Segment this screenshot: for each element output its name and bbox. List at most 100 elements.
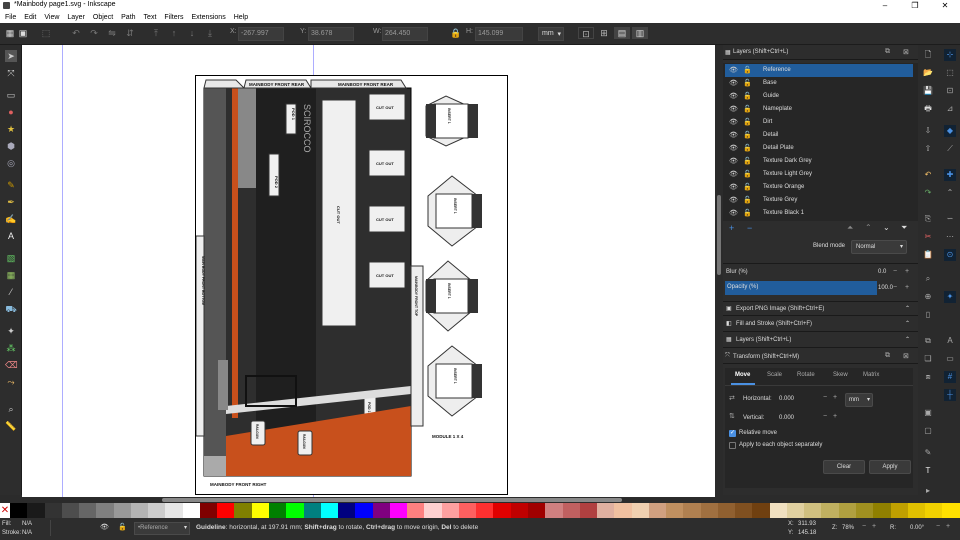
menu-object[interactable]: Object xyxy=(93,14,113,21)
palette-swatch[interactable] xyxy=(10,503,28,518)
canvas[interactable]: MAINBODY FRONT REAR MAINBODY FRONT REAR … xyxy=(22,45,715,497)
layer-row-guide[interactable]: 👁 🔓 Guide xyxy=(725,90,913,103)
chevron-up-icon[interactable]: ⌃ xyxy=(905,320,910,327)
new-document-icon[interactable]: 🗋 xyxy=(922,49,934,61)
no-paint-swatch[interactable]: ✕ xyxy=(0,503,10,518)
zoom-page-icon[interactable]: ▯ xyxy=(922,309,934,321)
snap-paths-icon[interactable]: ⟋ xyxy=(944,143,956,155)
unit-select[interactable]: mm ▾ xyxy=(845,393,873,407)
add-layer-icon[interactable]: + xyxy=(729,223,734,233)
menu-filters[interactable]: Filters xyxy=(164,14,183,21)
mesh-tool-icon[interactable]: ▦ xyxy=(5,269,17,281)
palette-swatch[interactable] xyxy=(666,503,684,518)
palette-swatch[interactable] xyxy=(648,503,667,518)
palette-swatch[interactable] xyxy=(717,503,736,518)
lock-icon[interactable]: 🔒 xyxy=(450,27,462,39)
zoom-decrement-icon[interactable]: − xyxy=(862,523,866,530)
current-layer-select[interactable]: •Reference ▾ xyxy=(134,522,190,535)
tab-move[interactable]: Move xyxy=(735,372,750,378)
visibility-icon[interactable]: 👁 xyxy=(729,66,738,74)
fill-stroke-panel-header[interactable]: ◧ Fill and Stroke (Shift+Ctrl+F) ⌃ xyxy=(723,317,918,332)
lock-icon[interactable]: 🔓 xyxy=(743,118,752,126)
palette-swatch[interactable] xyxy=(873,503,891,518)
palette-swatch[interactable] xyxy=(355,503,373,518)
layer-row-detail[interactable]: 👁 🔓 Detail xyxy=(725,129,913,142)
palette-swatch[interactable] xyxy=(752,503,770,518)
snap-nodes-icon[interactable]: ◆ xyxy=(944,125,956,137)
close-icon[interactable]: ✕ xyxy=(930,0,960,11)
palette-swatch[interactable] xyxy=(389,503,408,518)
blur-increment-icon[interactable]: + xyxy=(905,268,909,275)
palette-swatch[interactable] xyxy=(372,503,390,518)
redo-icon[interactable]: ↷ xyxy=(922,187,934,199)
lock-icon[interactable]: 🔓 xyxy=(743,92,752,100)
vertical-decrement-icon[interactable]: − xyxy=(823,413,827,420)
guide-vertical[interactable] xyxy=(62,45,63,497)
print-icon[interactable]: 🖶 xyxy=(922,103,934,115)
selector-tool-icon[interactable]: ➤ xyxy=(5,50,17,62)
visibility-icon[interactable]: 👁 xyxy=(729,209,738,217)
relative-move-checkbox[interactable]: ✓ xyxy=(729,430,736,437)
x-field[interactable]: -267.997 xyxy=(238,27,284,41)
zoom-tool-icon[interactable]: ⌕ xyxy=(5,403,17,415)
palette-swatch[interactable] xyxy=(182,503,200,518)
3d-box-tool-icon[interactable]: ⬢ xyxy=(5,140,17,152)
palette-swatch[interactable] xyxy=(510,503,528,518)
duplicate-icon[interactable]: ⧉ xyxy=(922,335,934,347)
snap-center-icon[interactable]: ⊙ xyxy=(944,249,956,261)
palette-swatch[interactable] xyxy=(79,503,97,518)
tab-scale[interactable]: Scale xyxy=(767,372,782,378)
menu-file[interactable]: File xyxy=(5,14,16,21)
tab-rotate[interactable]: Rotate xyxy=(797,372,815,378)
palette-swatch[interactable] xyxy=(925,503,943,518)
palette-swatch[interactable] xyxy=(251,503,269,518)
connector-tool-icon[interactable]: ⤳ xyxy=(5,376,17,388)
zoom-increment-icon[interactable]: + xyxy=(872,523,876,530)
menu-help[interactable]: Help xyxy=(234,14,248,21)
palette-swatch[interactable] xyxy=(821,503,839,518)
tab-skew[interactable]: Skew xyxy=(833,372,848,378)
palette-swatch[interactable] xyxy=(700,503,718,518)
measure-tool-icon[interactable]: 📏 xyxy=(5,420,17,432)
star-tool-icon[interactable]: ★ xyxy=(5,123,17,135)
palette-swatch[interactable] xyxy=(614,503,632,518)
paint-bucket-tool-icon[interactable]: ⛟ xyxy=(5,303,17,315)
palette-swatch[interactable] xyxy=(27,503,45,518)
layer-row-texture-black-1[interactable]: 👁 🔓 Texture Black 1 xyxy=(725,207,913,220)
unlink-clone-icon[interactable]: ⧈ xyxy=(922,371,934,383)
chevron-up-icon[interactable]: ⌃ xyxy=(905,305,910,312)
lower-to-bottom-icon[interactable]: ⤓ xyxy=(204,27,216,39)
rotate-increment-icon[interactable]: + xyxy=(946,523,950,530)
palette-swatch[interactable] xyxy=(424,503,442,518)
import-icon[interactable]: ⇩ xyxy=(922,125,934,137)
layer-row-reference[interactable]: 👁 🔓 Reference xyxy=(725,64,913,77)
palette-swatch[interactable] xyxy=(804,503,822,518)
text-font-dialog-icon[interactable]: T xyxy=(922,465,934,477)
menu-edit[interactable]: Edit xyxy=(24,14,36,21)
lock-icon[interactable]: 🔓 xyxy=(743,66,752,74)
scale-corners-icon[interactable]: ⊞ xyxy=(596,27,612,39)
opacity-increment-icon[interactable]: + xyxy=(905,284,909,291)
ungroup-icon[interactable]: ▢ xyxy=(922,425,934,437)
calligraphy-tool-icon[interactable]: ✍ xyxy=(5,213,17,225)
snap-intersection-icon[interactable]: ✚ xyxy=(944,169,956,181)
menu-extensions[interactable]: Extensions xyxy=(191,14,225,21)
visibility-icon[interactable]: 👁 xyxy=(729,105,738,113)
palette-swatch[interactable] xyxy=(303,503,321,518)
transform-patterns-icon[interactable]: ▥ xyxy=(632,27,648,39)
blur-decrement-icon[interactable]: − xyxy=(893,268,897,275)
fill-stroke-dialog-icon[interactable]: ✎ xyxy=(922,447,934,459)
palette-swatch[interactable] xyxy=(130,503,149,518)
visibility-icon[interactable]: 👁 xyxy=(100,523,109,531)
flip-horizontal-icon[interactable]: ⇋ xyxy=(106,27,118,39)
flip-vertical-icon[interactable]: ⇵ xyxy=(124,27,136,39)
circle-tool-icon[interactable]: ● xyxy=(5,106,17,118)
opacity-value[interactable]: 100.0 xyxy=(878,285,893,291)
paste-icon[interactable]: 📋 xyxy=(922,249,934,261)
horizontal-decrement-icon[interactable]: − xyxy=(823,394,827,401)
palette-swatch[interactable] xyxy=(683,503,701,518)
zoom-drawing-icon[interactable]: ⊕ xyxy=(922,291,934,303)
w-field[interactable]: 264.450 xyxy=(382,27,428,41)
clear-button[interactable]: Clear xyxy=(823,460,865,474)
export-png-panel-header[interactable]: ▣ Export PNG Image (Shift+Ctrl+E) ⌃ xyxy=(723,301,918,316)
